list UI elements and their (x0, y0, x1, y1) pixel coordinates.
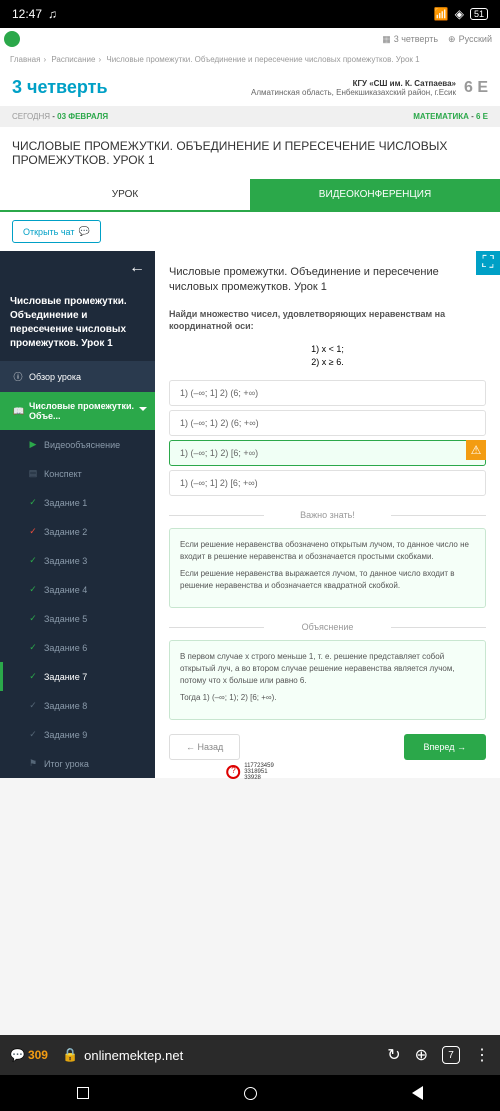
wifi-icon: ◈ (455, 7, 464, 21)
app-topbar: ▦ 3 четверть ⊕ Русский (0, 28, 500, 50)
content-title: Числовые промежутки. Объединение и перес… (169, 265, 486, 296)
calendar-icon: ▦ (382, 34, 391, 45)
date-value: 03 ФЕВРАЛЯ (57, 112, 108, 121)
sidebar-task-9[interactable]: ✓Задание 9 (0, 720, 155, 749)
language-selector[interactable]: ⊕ Русский (448, 34, 492, 45)
check-icon: ✓ (28, 671, 38, 682)
sidebar-task-5[interactable]: ✓Задание 5 (0, 604, 155, 633)
school-name: КГУ «СШ им. К. Сатпаева» (251, 79, 456, 88)
sidebar-summary[interactable]: ⚑Итог урока (0, 749, 155, 778)
sidebar-task-7[interactable]: ✓Задание 7 (0, 662, 155, 691)
tabs-count[interactable]: 7 (442, 1046, 460, 1064)
play-icon: ▶ (28, 439, 38, 450)
sidebar-overview[interactable]: ⓘ Обзор урока (0, 361, 155, 392)
class-badge: 6 Е (464, 79, 488, 97)
answer-option-1[interactable]: 1) (–∞; 1] 2) (6; +∞) (169, 380, 486, 406)
tab-lesson[interactable]: УРОК (0, 179, 250, 212)
explanation-label: Объяснение (169, 622, 486, 632)
sidebar-task-8[interactable]: ✓Задание 8 (0, 691, 155, 720)
sidebar-task-1[interactable]: ✓Задание 1 (0, 488, 155, 517)
check-icon: ✓ (28, 729, 38, 740)
lesson-sidebar: ← Числовые промежутки. Объединение и пер… (0, 251, 155, 778)
add-tab-icon[interactable]: ⊕ (415, 1045, 428, 1065)
notes-icon: ▤ (28, 468, 38, 479)
answer-option-3[interactable]: 1) (–∞; 1) 2) [6; +∞) (169, 440, 486, 466)
explanation-box: В первом случае x строго меньше 1, т. е.… (169, 640, 486, 720)
check-icon: ✓ (28, 700, 38, 711)
condition-2: 2) x ≥ 6. (169, 356, 486, 370)
quarter-title: 3 четверть (12, 77, 108, 98)
check-icon: ✓ (28, 613, 38, 624)
book-icon: 📖 (13, 406, 23, 417)
system-navbar (0, 1075, 500, 1111)
chat-icon: 💬 (78, 226, 89, 237)
task-prompt: Найди множество чисел, удовлетворяющих н… (169, 308, 486, 333)
check-icon: ✓ (28, 642, 38, 653)
sidebar-task-4[interactable]: ✓Задание 4 (0, 575, 155, 604)
bc-home[interactable]: Главная (10, 55, 40, 64)
sidebar-video[interactable]: ▶Видеообъяснение (0, 430, 155, 459)
recent-apps-button[interactable] (77, 1087, 89, 1099)
breadcrumb: Главная› Расписание› Числовые промежутки… (0, 50, 500, 69)
condition-1: 1) x < 1; (169, 343, 486, 357)
message-count[interactable]: 💬 309 (10, 1048, 48, 1062)
headphones-icon: ♫ (48, 7, 57, 21)
sidebar-notes[interactable]: ▤Конспект (0, 459, 155, 488)
check-icon: ✓ (28, 526, 38, 537)
logo-icon[interactable] (4, 31, 20, 47)
question-icon (226, 765, 240, 779)
menu-icon[interactable]: ⋮ (474, 1045, 490, 1065)
info-icon: ⓘ (13, 370, 23, 383)
important-label: Важно знать! (169, 510, 486, 520)
back-nav-button[interactable] (412, 1086, 423, 1100)
answer-option-4[interactable]: 1) (–∞; 1] 2) [6; +∞) (169, 470, 486, 496)
message-icon: 💬 (10, 1048, 25, 1062)
lock-icon: 🔒 (62, 1047, 78, 1063)
sidebar-topic[interactable]: 📖 Числовые промежутки. Объе... (0, 392, 155, 430)
next-button[interactable]: Вперед → (404, 734, 486, 760)
sidebar-title: Числовые промежутки. Объединение и перес… (0, 285, 155, 361)
important-box: Если решение неравенства обозначено откр… (169, 528, 486, 608)
date-today-label: СЕГОДНЯ (12, 112, 50, 121)
back-button[interactable]: ← Назад (169, 734, 240, 760)
home-button[interactable] (244, 1087, 257, 1100)
check-icon: ✓ (28, 555, 38, 566)
quarter-selector[interactable]: ▦ 3 четверть (382, 34, 438, 45)
check-icon: ✓ (28, 584, 38, 595)
school-region: Алматинская область, Енбекшиказахский ра… (251, 88, 456, 97)
tab-videoconference[interactable]: ВИДЕОКОНФЕРЕНЦИЯ (250, 179, 500, 212)
battery-icon: 51 (470, 8, 488, 20)
lesson-title: ЧИСЛОВЫЕ ПРОМЕЖУТКИ. ОБЪЕДИНЕНИЕ И ПЕРЕС… (0, 127, 500, 179)
subject-grade: 6 Е (476, 112, 488, 121)
lesson-content: ⛶ Числовые промежутки. Объединение и пер… (155, 251, 500, 778)
url-bar[interactable]: 🔒 onlinemektep.net (62, 1047, 373, 1063)
sidebar-task-3[interactable]: ✓Задание 3 (0, 546, 155, 575)
expand-button[interactable]: ⛶ (476, 251, 500, 275)
sidebar-task-6[interactable]: ✓Задание 6 (0, 633, 155, 662)
globe-icon: ⊕ (448, 34, 456, 45)
signal-icon: 📶 (434, 7, 449, 21)
warning-badge[interactable]: ⚠ (466, 440, 486, 460)
sidebar-back-button[interactable]: ← (0, 251, 155, 285)
open-chat-button[interactable]: Открыть чат 💬 (12, 220, 101, 243)
subject-name: МАТЕМАТИКА (413, 112, 469, 121)
answer-option-2[interactable]: 1) (–∞; 1) 2) (6; +∞) (169, 410, 486, 436)
reload-icon[interactable]: ↻ (387, 1045, 400, 1065)
sidebar-task-2[interactable]: ✓Задание 2 (0, 517, 155, 546)
flag-icon: ⚑ (28, 758, 38, 769)
check-icon: ✓ (28, 497, 38, 508)
browser-bar: 💬 309 🔒 onlinemektep.net ↻ ⊕ 7 ⋮ (0, 1035, 500, 1075)
bc-lesson: Числовые промежутки. Объединение и перес… (106, 55, 419, 64)
znanija-badge[interactable]: 117723459 3318951 33928 (226, 763, 274, 781)
bc-schedule[interactable]: Расписание (51, 55, 95, 64)
status-time: 12:47 (12, 7, 42, 21)
